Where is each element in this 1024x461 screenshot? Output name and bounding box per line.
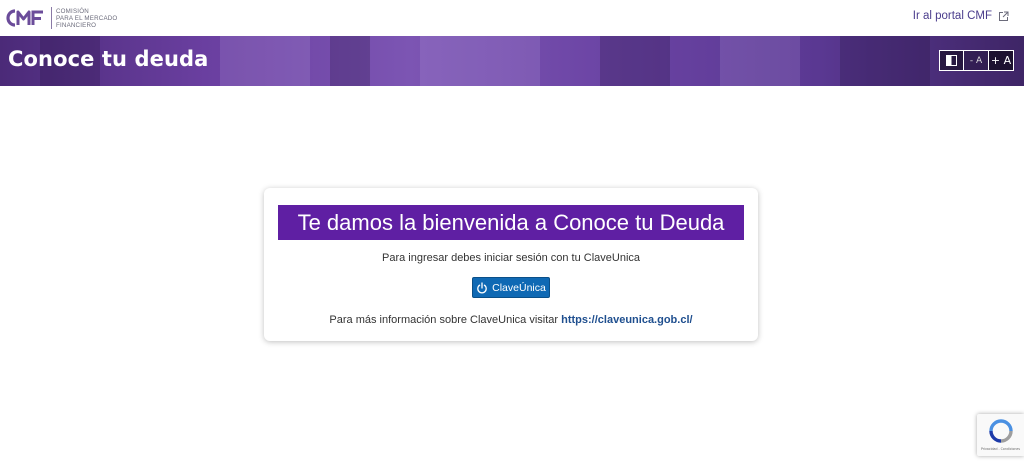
contrast-icon — [946, 55, 957, 66]
welcome-title: Te damos la bienvenida a Conoce tu Deuda — [278, 205, 744, 240]
logo-line: PARA EL MERCADO — [56, 14, 118, 22]
banner-shade — [600, 36, 670, 86]
recaptcha-icon — [989, 419, 1013, 443]
banner-glow — [720, 36, 800, 86]
cmf-logo[interactable]: COMISIÓN PARA EL MERCADO FINANCIERO — [6, 5, 117, 31]
banner-shade — [840, 36, 930, 86]
contrast-button[interactable] — [939, 50, 964, 71]
portal-link-label: Ir al portal CMF — [912, 10, 992, 22]
claveunica-button[interactable]: ClaveÚnica — [472, 277, 550, 298]
recaptcha-badge[interactable]: Privacidad - Condiciones — [977, 414, 1024, 456]
cmf-logo-icon — [6, 9, 43, 27]
login-instruction: Para ingresar debes iniciar sesión con t… — [381, 252, 641, 264]
page-banner: Conoce tu deuda - A + A — [0, 36, 1024, 86]
banner-shade — [330, 36, 370, 86]
claveunica-button-label: ClaveÚnica — [492, 281, 546, 294]
login-card: Te damos la bienvenida a Conoce tu Deuda… — [264, 188, 758, 341]
banner-glow — [220, 36, 310, 86]
recaptcha-text: Privacidad - Condiciones — [980, 447, 1021, 451]
increase-font-button[interactable]: + A — [989, 50, 1014, 71]
logo-text: COMISIÓN PARA EL MERCADO FINANCIERO — [56, 8, 117, 29]
top-header: COMISIÓN PARA EL MERCADO FINANCIERO Ir a… — [0, 0, 1024, 36]
logo-divider — [51, 7, 52, 29]
claveunica-link[interactable]: https://claveunica.gob.cl/ — [561, 314, 692, 326]
power-icon — [477, 281, 487, 293]
decrease-font-button[interactable]: - A — [964, 50, 989, 71]
info-text: Para más información sobre ClaveUnica vi… — [329, 314, 559, 326]
external-link-icon — [999, 11, 1009, 21]
logo-line: COMISIÓN — [56, 7, 89, 15]
claveunica-info: Para más información sobre ClaveUnica vi… — [264, 314, 758, 326]
accessibility-controls: - A + A — [939, 50, 1014, 71]
logo-line: FINANCIERO — [56, 21, 97, 29]
banner-glow — [420, 36, 540, 86]
portal-cmf-link[interactable]: Ir al portal CMF — [913, 10, 1009, 22]
page-title: Conoce tu deuda — [8, 47, 209, 71]
